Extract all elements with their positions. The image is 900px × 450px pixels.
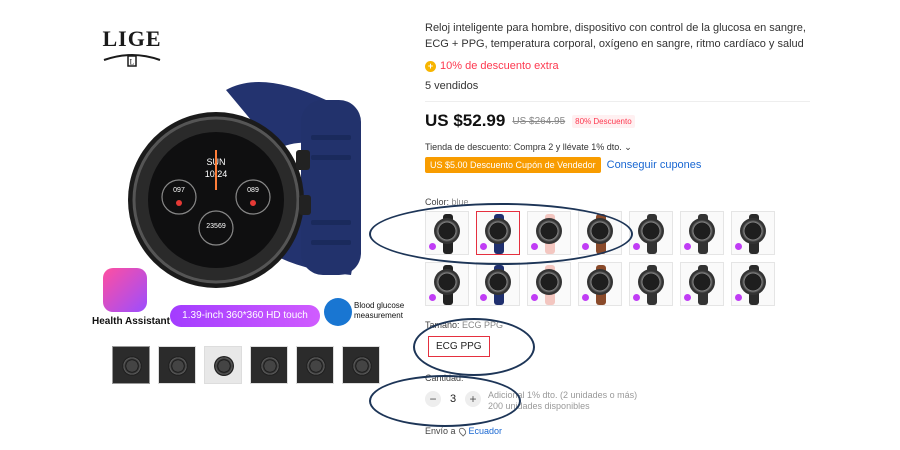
color-selected-value: blue (451, 197, 469, 207)
size-option-ecg-ppg[interactable]: ECG PPG (428, 336, 490, 357)
watch-face-icon (485, 269, 511, 295)
decrease-quantity-button[interactable]: − (425, 391, 441, 407)
quantity-value[interactable]: 3 (441, 393, 465, 405)
thumbnail-strip (112, 346, 380, 384)
watch-face-icon (689, 269, 715, 295)
thumbnail[interactable] (250, 346, 288, 384)
watch-face-icon (587, 218, 613, 244)
watch-face-icon (434, 269, 460, 295)
original-price: US $264.95 (512, 115, 566, 127)
health-assistant-icon (103, 268, 147, 312)
brand-dot-icon (531, 294, 538, 301)
watch-face-icon (689, 218, 715, 244)
shipping-row: Envío a Ecuador (425, 425, 503, 437)
glucose-label: Blood glucose measurement (354, 301, 405, 320)
brand-dot-icon (480, 294, 487, 301)
extra-discount-text: 10% de descuento extra (440, 60, 559, 72)
color-swatch[interactable] (476, 262, 520, 306)
watch-face-icon (638, 218, 664, 244)
watch-face-icon (536, 218, 562, 244)
color-swatch[interactable] (578, 211, 622, 255)
thumbnail[interactable] (342, 346, 380, 384)
color-label: Color: blue (425, 197, 469, 207)
color-swatch[interactable] (731, 262, 775, 306)
product-info: Reloj inteligente para hombre, dispositi… (425, 20, 825, 92)
color-swatch[interactable] (578, 262, 622, 306)
color-swatch[interactable] (680, 211, 724, 255)
extra-discount: + 10% de descuento extra (425, 60, 825, 72)
plus-coin-icon: + (425, 60, 436, 72)
increase-quantity-button[interactable]: + (465, 391, 481, 407)
bulk-discount-note: Adicional 1% dto. (2 unidades o más) (488, 390, 638, 400)
get-coupons-link[interactable]: Conseguir cupones (607, 159, 702, 171)
color-swatch[interactable] (629, 262, 673, 306)
watch-face-icon (587, 269, 613, 295)
glucose-icon (324, 298, 352, 326)
color-swatch[interactable] (527, 211, 571, 255)
quantity-notes: Adicional 1% dto. (2 unidades o más) 200… (488, 390, 637, 412)
size-selected-value: ECG PPG (462, 320, 504, 330)
quantity-stepper: − 3 + (425, 391, 481, 407)
color-swatch[interactable] (425, 262, 469, 306)
price-row: US $52.99 US $264.95 80% Descuento (425, 111, 635, 131)
brand-dot-icon (480, 243, 487, 250)
watch-left-value: 097 (173, 187, 185, 194)
product-title: Reloj inteligente para hombre, dispositi… (425, 22, 806, 50)
location-pin-icon (456, 425, 468, 437)
brand-dot-icon (684, 294, 691, 301)
brand-dot-icon (531, 243, 538, 250)
ship-label: Envío a (425, 426, 456, 436)
color-swatches (425, 211, 795, 306)
watch-face-icon (485, 218, 511, 244)
watch-face-icon (740, 269, 766, 295)
discount-tag: 80% Descuento (572, 114, 635, 128)
sold-count: 5 vendidos (425, 80, 479, 92)
brand-dot-icon (735, 243, 742, 250)
brand-dot-icon (429, 243, 436, 250)
watch-steps: 23569 (206, 223, 226, 230)
brand-dot-icon (633, 294, 640, 301)
thumbnail[interactable] (112, 346, 150, 384)
thumbnail[interactable] (296, 346, 334, 384)
color-label-text: Color: (425, 197, 450, 207)
seller-coupon-chip: US $5.00 Descuento Cupón de Vendedor (425, 157, 601, 173)
brand-dot-icon (684, 243, 691, 250)
brand-dot-icon (429, 294, 436, 301)
brand-dot-icon (735, 294, 742, 301)
watch-face-icon (434, 218, 460, 244)
ship-destination-link[interactable]: Ecuador (469, 426, 503, 436)
size-label: Tamaño: ECG PPG (425, 320, 503, 330)
color-swatch[interactable] (629, 211, 673, 255)
brand-dot-icon (582, 294, 589, 301)
quantity-label: Cantidad: (425, 373, 464, 383)
size-label-text: Tamaño: (425, 320, 460, 330)
watch-face-icon (740, 218, 766, 244)
thumbnail[interactable] (204, 346, 242, 384)
watch-right-value: 089 (247, 187, 259, 194)
brand-dot-icon (633, 243, 640, 250)
thumbnail[interactable] (158, 346, 196, 384)
color-swatch[interactable] (731, 211, 775, 255)
color-swatch[interactable] (476, 211, 520, 255)
watch-face-icon (536, 269, 562, 295)
color-swatch[interactable] (527, 262, 571, 306)
color-swatch[interactable] (680, 262, 724, 306)
divider (425, 101, 810, 102)
watch-face-icon (638, 269, 664, 295)
color-swatch[interactable] (425, 211, 469, 255)
screen-feature-pill: 1.39-inch 360*360 HD touch screen (170, 305, 320, 343)
brand-dot-icon (582, 243, 589, 250)
health-assistant-label: Health Assistant (92, 316, 170, 327)
coupon-row: US $5.00 Descuento Cupón de Vendedor Con… (425, 157, 701, 173)
store-discount-dropdown[interactable]: Tienda de descuento: Compra 2 y llévate … (425, 142, 632, 153)
stock-note: 200 unidades disponibles (488, 401, 590, 411)
current-price: US $52.99 (425, 111, 506, 130)
